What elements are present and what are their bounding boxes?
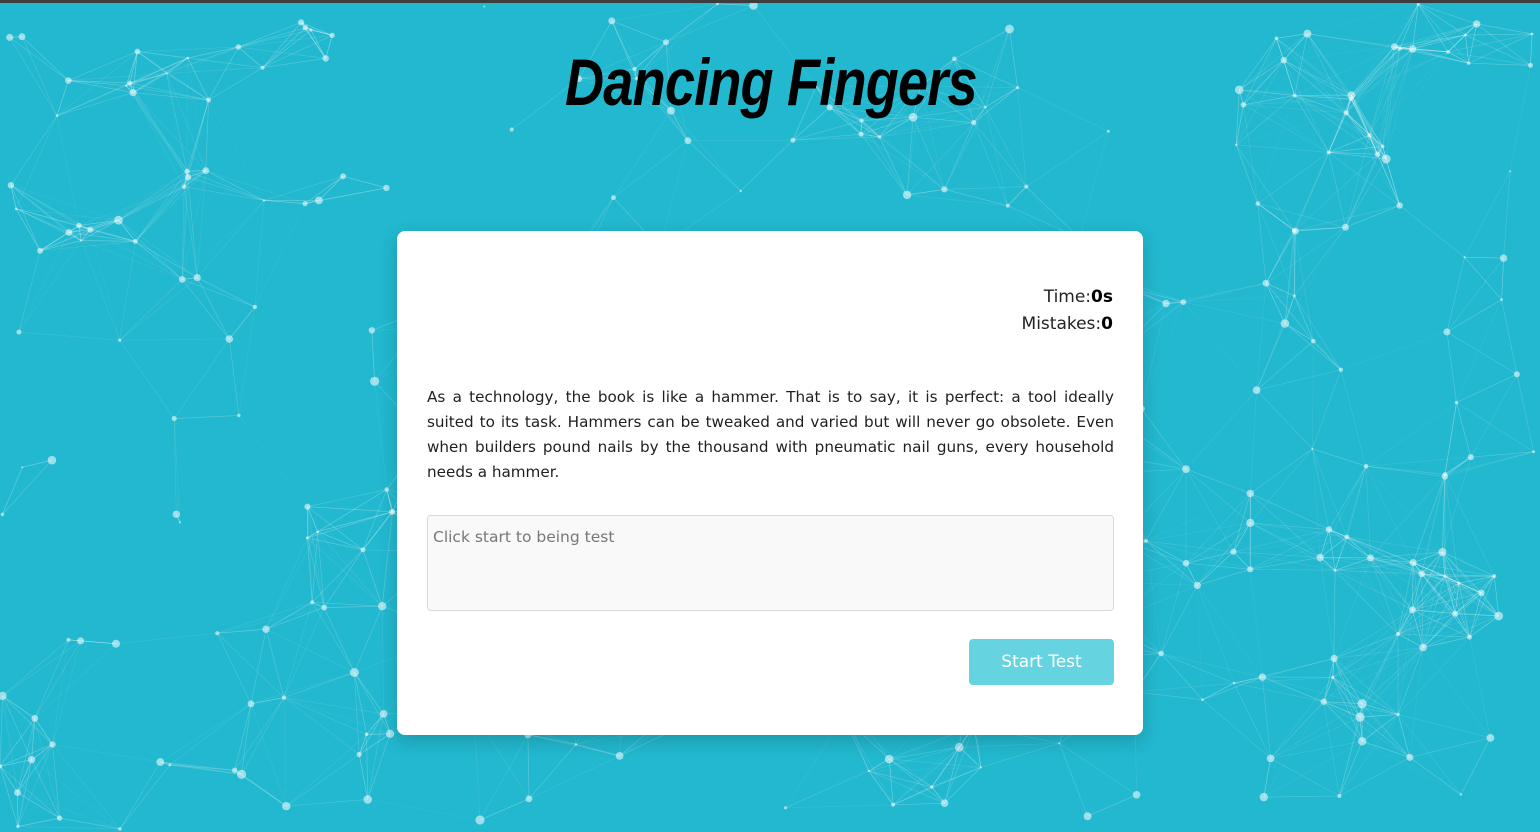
typing-input[interactable] xyxy=(427,515,1114,611)
mistakes-label: Mistakes: xyxy=(1021,314,1102,334)
time-label: Time: xyxy=(1043,287,1092,307)
mistakes-stat: Mistakes:0 xyxy=(1022,311,1113,338)
typing-test-card: Time:0s Mistakes:0 As a technology, the … xyxy=(397,231,1143,735)
start-test-button[interactable]: Start Test xyxy=(969,639,1114,685)
time-stat: Time:0s xyxy=(1022,284,1113,311)
mistakes-value: 0 xyxy=(1101,314,1113,334)
stats-panel: Time:0s Mistakes:0 xyxy=(1022,284,1113,338)
time-value: 0s xyxy=(1091,287,1113,307)
app-title: Dancing Fingers xyxy=(565,45,978,119)
quote-text: As a technology, the book is like a hamm… xyxy=(427,388,1114,481)
